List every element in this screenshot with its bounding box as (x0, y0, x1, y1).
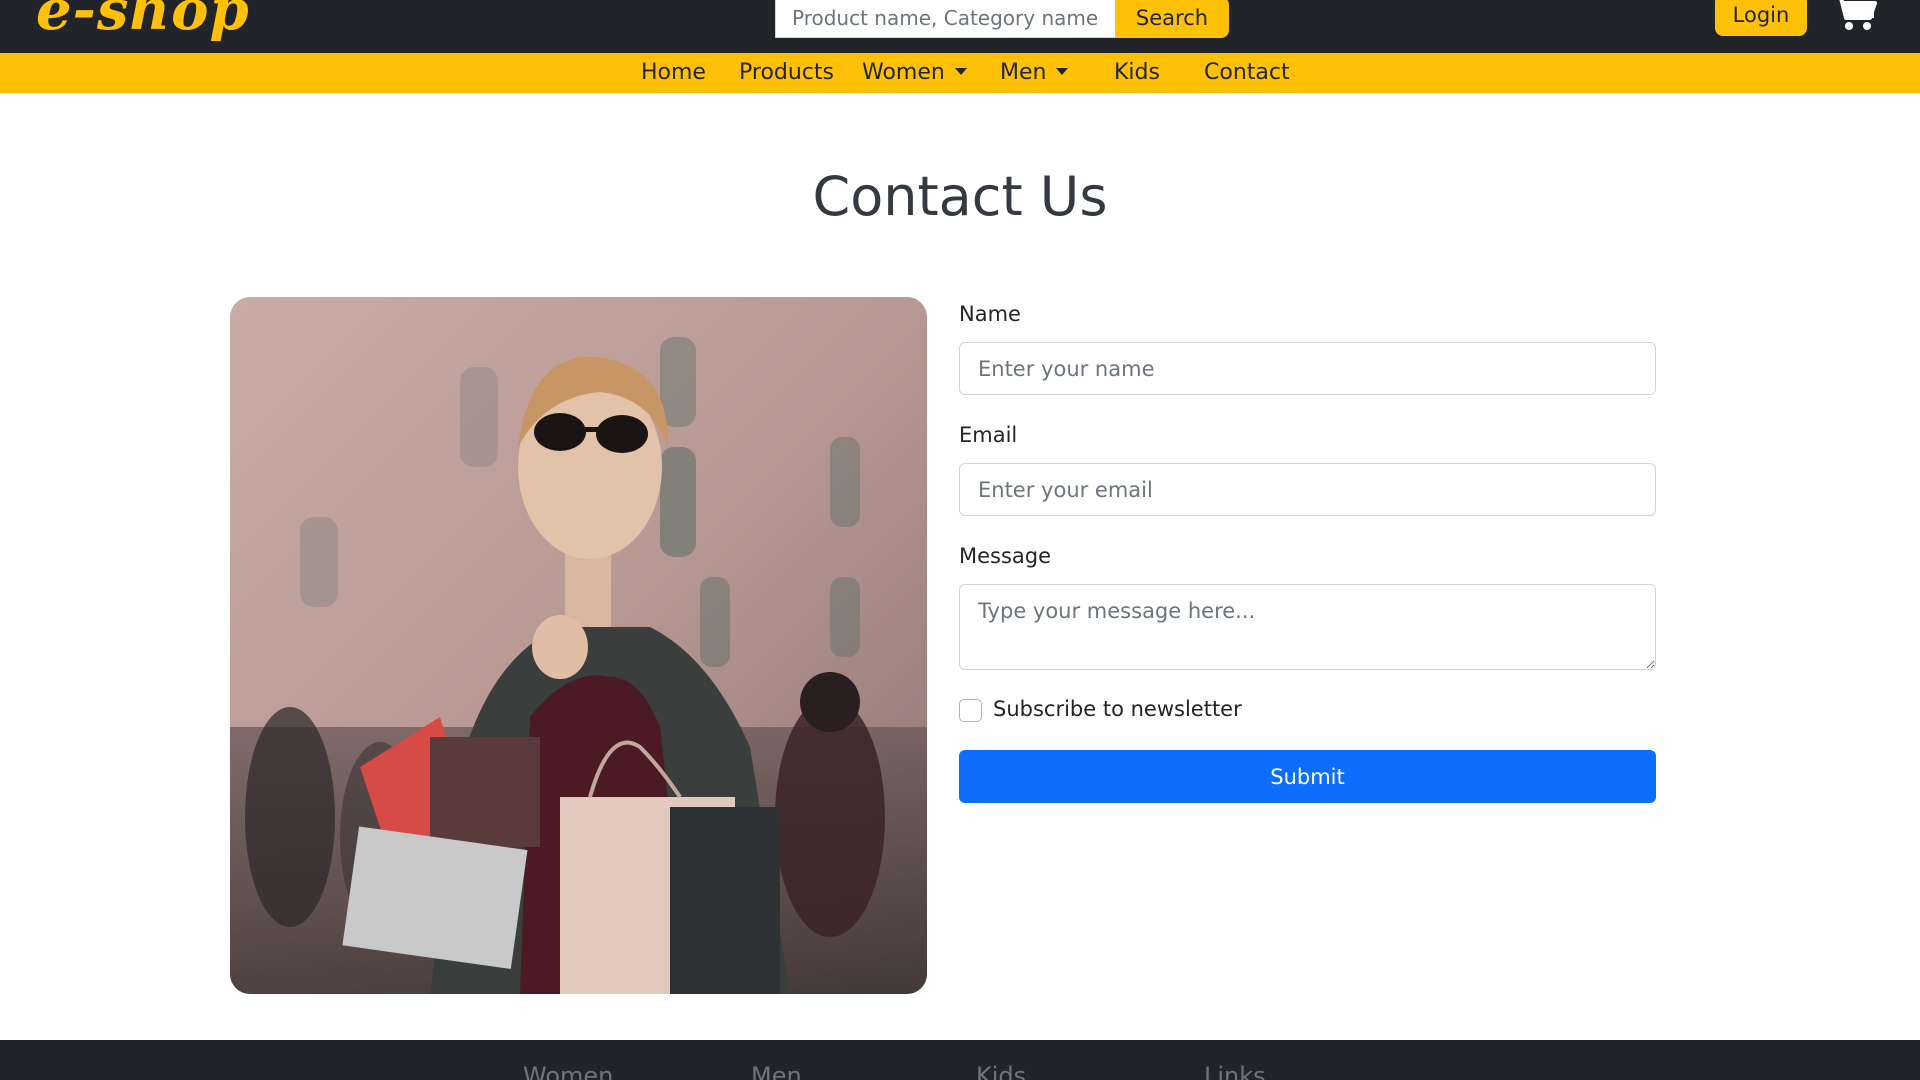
main-navigation: Home Products Women Men Kids Contact (0, 53, 1920, 93)
footer-heading-kids: Kids (976, 1062, 1027, 1080)
nav-item-contact[interactable]: Contact (1204, 53, 1290, 93)
message-label: Message (959, 544, 1052, 568)
nav-item-home[interactable]: Home (641, 53, 706, 93)
submit-button[interactable]: Submit (959, 750, 1656, 803)
footer-heading-women: Women (523, 1062, 614, 1080)
name-input[interactable] (959, 342, 1656, 395)
nav-item-label: Home (641, 60, 706, 85)
top-header: e-shop Search Login (0, 0, 1920, 53)
caret-down-icon (954, 67, 967, 75)
page-title: Contact Us (812, 165, 1108, 228)
nav-item-label: Men (1000, 60, 1047, 85)
nav-item-label: Kids (1114, 60, 1160, 85)
email-input[interactable] (959, 463, 1656, 516)
search-input[interactable] (775, 0, 1115, 38)
nav-item-kids[interactable]: Kids (1114, 53, 1160, 93)
nav-item-products[interactable]: Products (739, 53, 834, 93)
nav-item-label: Contact (1204, 60, 1290, 85)
search-form: Search (775, 0, 1229, 38)
nav-item-women[interactable]: Women (862, 53, 967, 93)
footer-heading-links: Links (1204, 1062, 1266, 1080)
caret-down-icon (1056, 67, 1069, 75)
login-button[interactable]: Login (1715, 0, 1807, 36)
footer-heading-men: Men (751, 1062, 802, 1080)
footer: Women Men Kids Links (0, 1040, 1920, 1080)
newsletter-checkbox[interactable] (959, 699, 982, 722)
search-button[interactable]: Search (1115, 0, 1229, 38)
nav-item-label: Products (739, 60, 834, 85)
nav-item-men[interactable]: Men (1000, 53, 1069, 93)
email-label: Email (959, 423, 1018, 447)
nav-item-label: Women (862, 60, 945, 85)
shopping-woman-photo (230, 297, 927, 994)
name-label: Name (959, 302, 1021, 326)
message-textarea[interactable] (959, 584, 1656, 670)
cart-icon[interactable] (1832, 0, 1880, 32)
newsletter-label[interactable]: Subscribe to newsletter (993, 697, 1242, 721)
site-logo[interactable]: e-shop (36, 0, 250, 42)
